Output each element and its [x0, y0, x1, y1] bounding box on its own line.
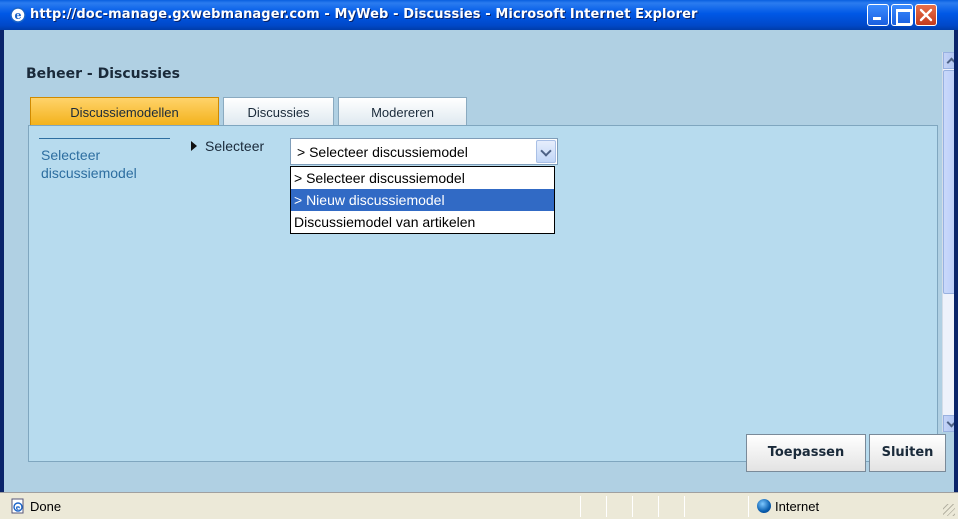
- sidebar-divider: [39, 138, 170, 139]
- window-title: http://doc-manage.gxwebmanager.com - MyW…: [30, 7, 698, 22]
- tab-panel: Selecteer discussiemodel Selecteer > Sel…: [28, 125, 938, 462]
- select-label: Selecteer: [205, 138, 265, 154]
- discussion-model-select[interactable]: > Selecteer discussiemodel: [290, 138, 558, 165]
- resize-grip-icon[interactable]: [943, 504, 955, 516]
- vertical-scrollbar[interactable]: [942, 52, 954, 432]
- scroll-down-icon[interactable]: [943, 415, 954, 432]
- status-separator: [580, 496, 581, 517]
- close-window-button[interactable]: [915, 4, 937, 26]
- scroll-up-icon[interactable]: [943, 52, 954, 69]
- page-icon: e: [11, 498, 24, 514]
- status-separator: [748, 496, 749, 517]
- tab-discussies[interactable]: Discussies: [223, 97, 334, 125]
- security-zone: Internet: [775, 499, 820, 514]
- status-text: Done: [30, 499, 62, 514]
- ie-window: e http://doc-manage.gxwebmanager.com - M…: [0, 0, 958, 519]
- tab-modereren[interactable]: Modereren: [338, 97, 467, 125]
- svg-text:e: e: [16, 503, 21, 512]
- browser-content: Beheer - Discussies Discussiemodellen Di…: [4, 30, 954, 492]
- select-dropdown-list: > Selecteer discussiemodel > Nieuw discu…: [290, 166, 555, 234]
- close-icon: [919, 8, 933, 22]
- apply-button[interactable]: Toepassen: [746, 434, 866, 472]
- status-separator: [606, 496, 607, 517]
- internet-explorer-icon: e: [10, 7, 26, 23]
- dropdown-option[interactable]: Discussiemodel van artikelen: [291, 211, 554, 233]
- close-button[interactable]: Sluiten: [869, 434, 946, 472]
- page-title: Beheer - Discussies: [26, 66, 180, 82]
- status-bar: e Done Internet: [0, 492, 958, 519]
- status-separator: [684, 496, 685, 517]
- tab-discussiemodellen[interactable]: Discussiemodellen: [30, 97, 219, 125]
- status-separator: [632, 496, 633, 517]
- svg-text:e: e: [15, 9, 22, 22]
- triangle-bullet-icon: [191, 141, 197, 151]
- title-bar[interactable]: e http://doc-manage.gxwebmanager.com - M…: [0, 0, 958, 30]
- maximize-button[interactable]: [891, 4, 913, 26]
- chevron-down-icon[interactable]: [536, 140, 556, 163]
- status-separator: [658, 496, 659, 517]
- select-value: > Selecteer discussiemodel: [297, 144, 468, 160]
- minimize-button[interactable]: [867, 4, 889, 26]
- scroll-thumb[interactable]: [943, 70, 954, 294]
- page: Beheer - Discussies Discussiemodellen Di…: [4, 30, 946, 492]
- dropdown-option-highlighted[interactable]: > Nieuw discussiemodel: [291, 189, 554, 211]
- globe-icon: [757, 499, 771, 513]
- select-model-link[interactable]: Selecteer discussiemodel: [41, 146, 171, 182]
- dropdown-option[interactable]: > Selecteer discussiemodel: [291, 167, 554, 189]
